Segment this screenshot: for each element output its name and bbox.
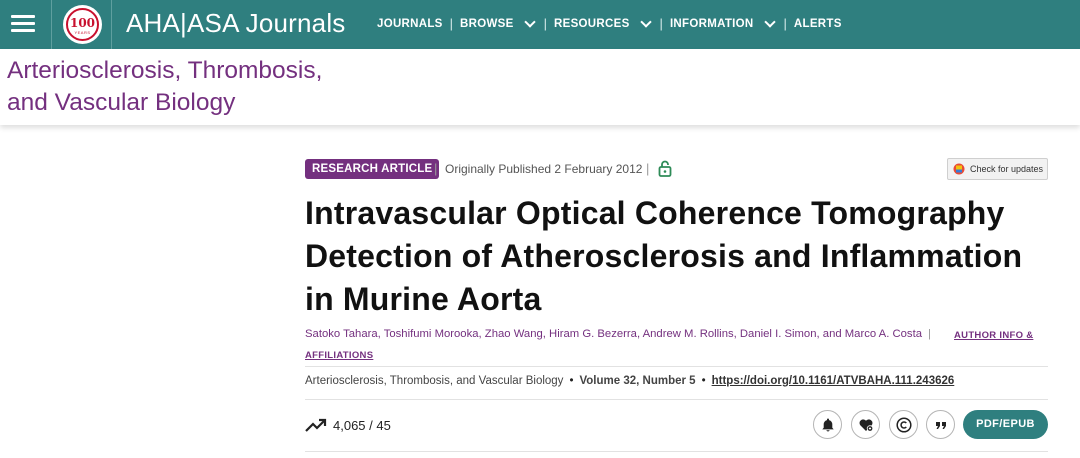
affiliations-link[interactable]: AFFILIATIONS [305, 350, 373, 361]
journal-title-link[interactable]: Arteriosclerosis, Thrombosis, and Vascul… [7, 55, 322, 119]
citation-bullet: • [701, 375, 706, 387]
aha-logo-link[interactable]: 100 YEARS [52, 0, 112, 49]
author-separator: | [928, 328, 931, 340]
favorite-button[interactable] [851, 410, 880, 439]
logo-text: 100 [69, 16, 96, 30]
trending-metrics-icon [305, 418, 327, 432]
citation-journal: Arteriosclerosis, Thrombosis, and Vascul… [305, 375, 564, 387]
main-nav: JOURNALS | BROWSE | RESOURCES | INFORMAT… [377, 15, 842, 31]
chevron-down-icon [763, 15, 776, 28]
author-list: Satoko Tahara, Toshifumi Morooka, Zhao W… [305, 328, 937, 340]
authors-text[interactable]: Satoko Tahara, Toshifumi Morooka, Zhao W… [305, 328, 922, 340]
favorite-heart-icon [859, 419, 874, 432]
nav-browse[interactable]: BROWSE [460, 15, 537, 30]
nav-separator: | [543, 16, 547, 31]
nav-resources[interactable]: RESOURCES [554, 15, 653, 30]
chevron-down-icon [639, 15, 652, 28]
permissions-copyright-icon [896, 417, 912, 433]
divider [305, 451, 1048, 452]
check-for-updates-label: Check for updates [970, 164, 1044, 174]
journal-title-line-2: and Vascular Biology [7, 89, 236, 116]
cite-quote-icon [936, 422, 946, 429]
journal-title-line-1: Arteriosclerosis, Thrombosis, [7, 57, 323, 84]
author-info-link[interactable]: AUTHOR INFO & [954, 330, 1033, 341]
article-title: Intravascular Optical Coherence Tomograp… [305, 195, 1023, 317]
pdf-epub-button[interactable]: PDF/EPUB [963, 410, 1048, 439]
divider [305, 399, 1048, 400]
meta-separator: | [434, 161, 438, 176]
nav-information[interactable]: INFORMATION [670, 15, 777, 30]
article-type-badge: RESEARCH ARTICLE [305, 159, 440, 179]
nav-separator: | [449, 16, 454, 31]
alert-bell-button[interactable] [813, 410, 842, 439]
publication-date: Originally Published 2 February 2012 [445, 162, 643, 176]
chevron-down-icon [523, 15, 536, 28]
nav-journals[interactable]: JOURNALS [377, 18, 443, 30]
cite-button[interactable] [926, 410, 955, 439]
aha-100-years-logo: 100 YEARS [63, 5, 102, 44]
site-brand-link[interactable]: AHA|ASA Journals [126, 8, 346, 39]
citation-volume: Volume 32, Number 5 [579, 375, 696, 387]
doi-link[interactable]: https://doi.org/10.1161/ATVBAHA.111.2436… [712, 375, 955, 387]
alert-bell-icon [822, 418, 834, 432]
meta-separator: | [646, 161, 650, 176]
hamburger-menu-icon[interactable] [0, 0, 52, 49]
divider [305, 366, 1048, 367]
citation-line: Arteriosclerosis, Thrombosis, and Vascul… [305, 375, 954, 387]
citation-bullet: • [569, 375, 574, 387]
open-access-lock-icon [658, 160, 672, 177]
nav-separator: | [659, 16, 663, 31]
check-for-updates-button[interactable]: Check for updates [947, 158, 1048, 180]
nav-alerts[interactable]: ALERTS [794, 18, 842, 30]
article-metrics[interactable]: 4,065 / 45 [333, 418, 391, 433]
nav-separator: | [783, 16, 787, 31]
journal-header: Arteriosclerosis, Thrombosis, and Vascul… [0, 49, 1080, 125]
permissions-button[interactable] [889, 410, 918, 439]
top-navigation-bar: 100 YEARS AHA|ASA Journals JOURNALS | BR… [0, 0, 1080, 49]
crossmark-icon [953, 163, 965, 175]
logo-subtext: YEARS [74, 30, 91, 35]
